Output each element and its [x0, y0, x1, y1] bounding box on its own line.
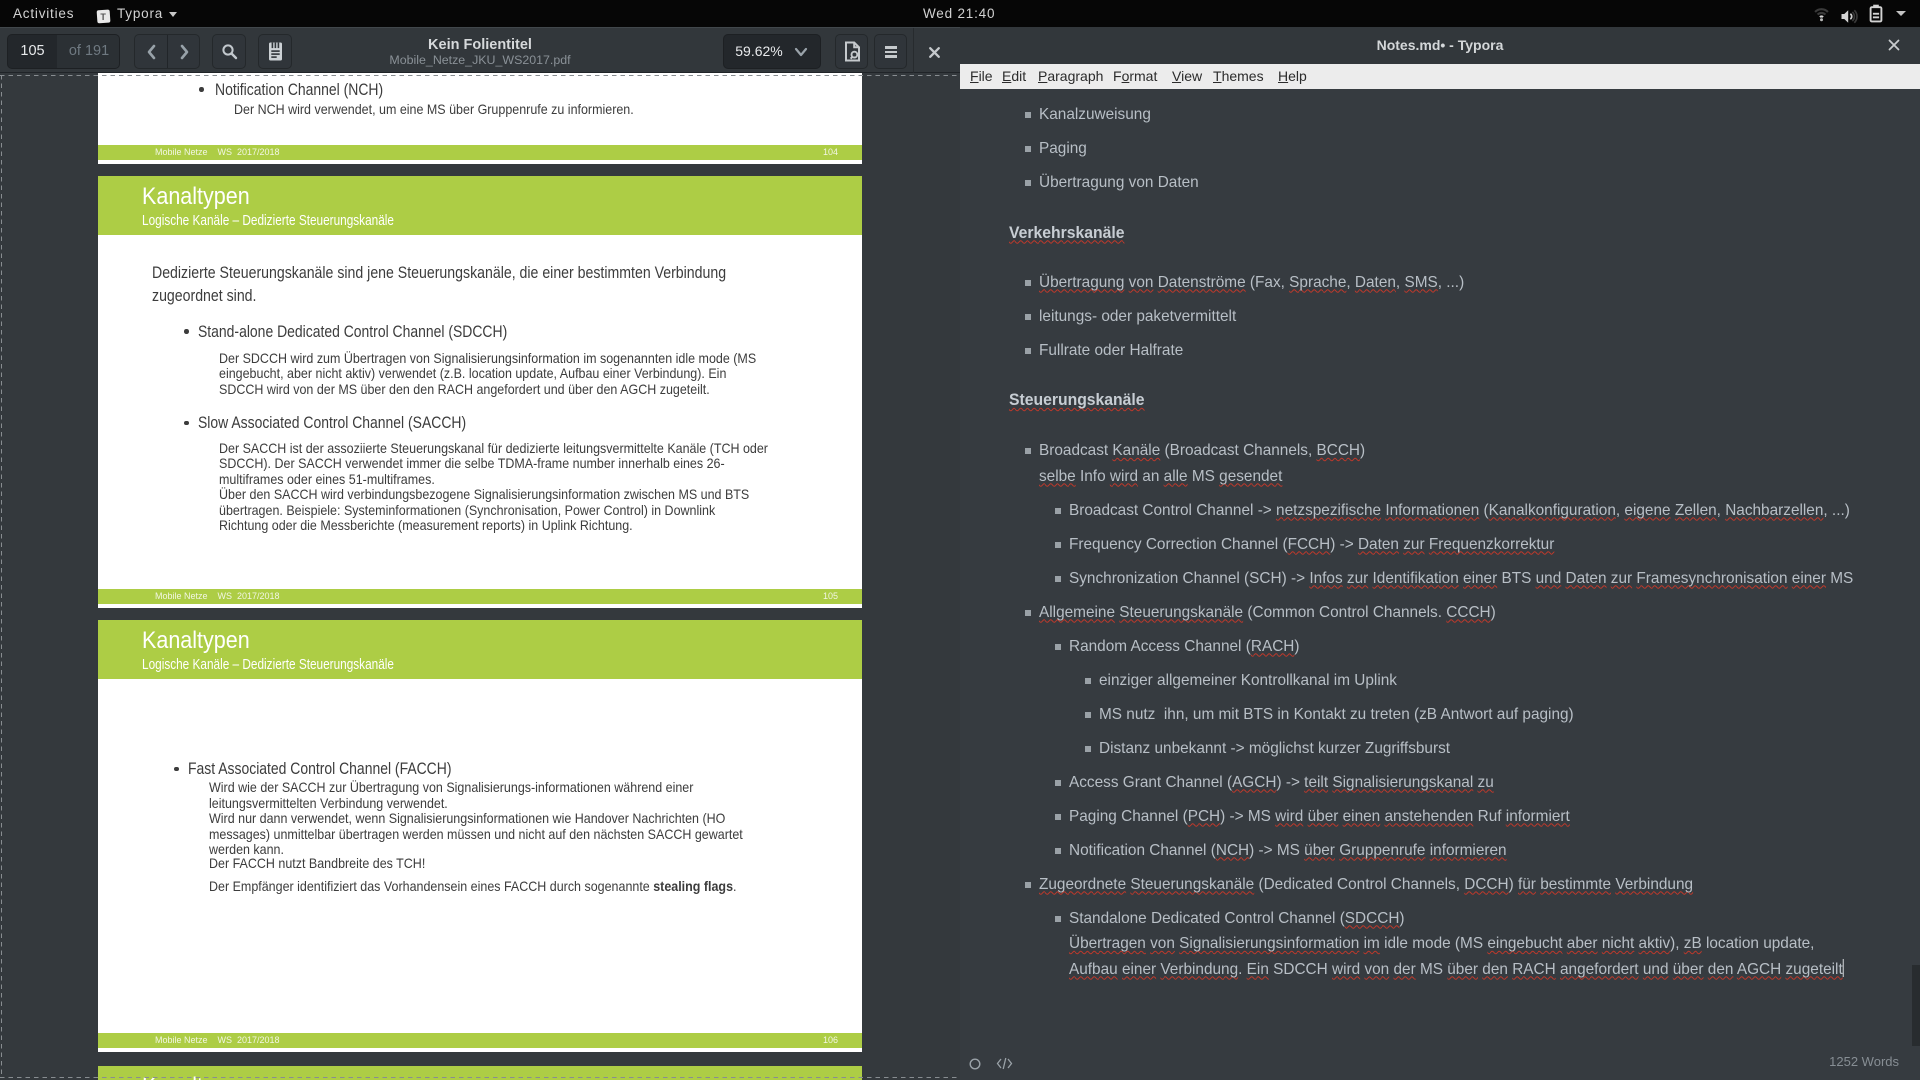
- svg-text:T: T: [100, 12, 106, 22]
